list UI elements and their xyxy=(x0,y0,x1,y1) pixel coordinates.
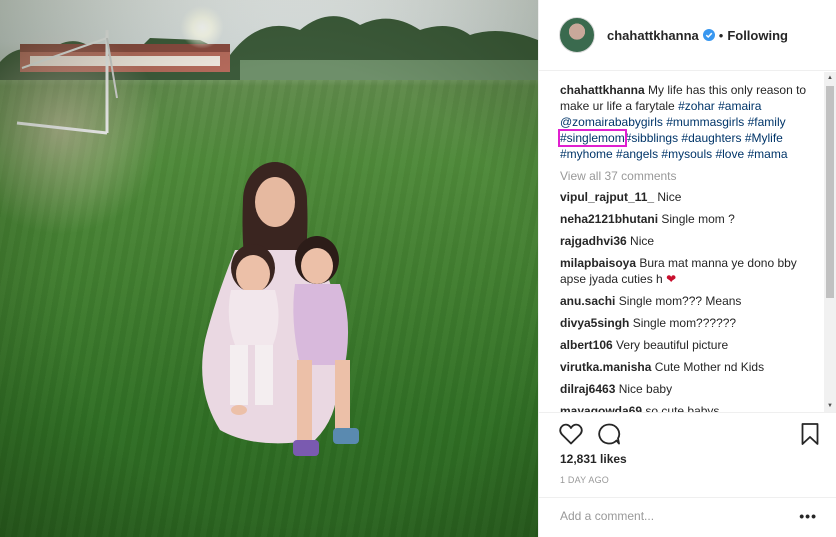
hashtag-mummasgirls[interactable]: #mummasgirls xyxy=(666,115,744,129)
comment: albert106 Very beautiful picture xyxy=(560,337,812,353)
post-side-panel: chahattkhanna • Following chahattkhanna … xyxy=(538,0,836,537)
comment-text: Nice xyxy=(657,190,682,204)
post-header: chahattkhanna • Following xyxy=(539,0,836,71)
comment-username[interactable]: anu.sachi xyxy=(560,294,615,308)
add-comment-bar: ••• xyxy=(539,497,836,537)
broken-heart-icon: ❤ xyxy=(666,272,677,286)
comment-text: so cute babys xyxy=(645,404,720,412)
comment: milapbaisoya Bura mat manna ye dono bby … xyxy=(560,255,812,287)
comment: rajgadhvi36 Nice xyxy=(560,233,812,249)
hashtag-love[interactable]: #love xyxy=(715,147,744,161)
comment: neha2121bhutani Single mom ? xyxy=(560,211,812,227)
comment-text: Nice xyxy=(630,234,655,248)
post-caption: chahattkhanna My life has this only reas… xyxy=(558,82,812,162)
comment-input[interactable] xyxy=(560,509,780,523)
verified-badge-icon xyxy=(702,29,715,41)
following-button[interactable]: Following xyxy=(727,28,788,43)
hashtag-mama[interactable]: #mama xyxy=(747,147,787,161)
speech-bubble-icon[interactable] xyxy=(597,423,621,445)
comment-username[interactable]: dilraj6463 xyxy=(560,382,615,396)
post-photo[interactable] xyxy=(0,0,538,537)
hashtag-sibblings[interactable]: #sibblings xyxy=(625,131,678,145)
comment: divya5singh Single mom?????? xyxy=(560,315,812,331)
comment-username[interactable]: milapbaisoya xyxy=(560,256,636,270)
hashtag-amaira[interactable]: #amaira xyxy=(718,99,761,113)
comment-username[interactable]: virutka.manisha xyxy=(560,360,651,374)
comments-scrollbar[interactable]: ▲ ▼ xyxy=(824,72,836,412)
comment-text: Nice baby xyxy=(618,382,673,396)
comment-text: Very beautiful picture xyxy=(616,338,729,352)
comments-list[interactable]: chahattkhanna My life has this only reas… xyxy=(539,72,836,412)
comment-username[interactable]: rajgadhvi36 xyxy=(560,234,627,248)
comment-username[interactable]: neha2121bhutani xyxy=(560,212,658,226)
bookmark-icon[interactable] xyxy=(801,423,819,445)
comment-username[interactable]: divya5singh xyxy=(560,316,629,330)
action-icons xyxy=(559,423,621,445)
scroll-up-arrow-icon[interactable]: ▲ xyxy=(824,72,836,84)
more-options-icon[interactable]: ••• xyxy=(799,508,817,524)
heart-outline-icon[interactable] xyxy=(559,423,583,445)
likes-count[interactable]: 12,831 likes xyxy=(560,452,627,466)
comment-text: Cute Mother nd Kids xyxy=(654,360,765,374)
header-username[interactable]: chahattkhanna xyxy=(607,28,699,43)
photo-vignette xyxy=(0,0,538,537)
caption-username[interactable]: chahattkhanna xyxy=(560,83,645,97)
comment: anu.sachi Single mom??? Means xyxy=(560,293,812,309)
hashtag-myhome[interactable]: #myhome xyxy=(560,147,613,161)
comment-username[interactable]: vipul_rajput_11_ xyxy=(560,190,654,204)
comment: vipul_rajput_11_ Nice xyxy=(560,189,812,205)
view-all-comments-link[interactable]: View all 37 comments xyxy=(560,169,821,183)
post-timestamp[interactable]: 1 DAY AGO xyxy=(560,475,609,485)
comment-username[interactable]: albert106 xyxy=(560,338,613,352)
hashtag-angels[interactable]: #angels xyxy=(616,147,658,161)
hashtag-zohar[interactable]: #zohar xyxy=(678,99,715,113)
comment-text: Single mom ? xyxy=(661,212,735,226)
hashtag-family[interactable]: #family xyxy=(748,115,786,129)
scroll-down-arrow-icon[interactable]: ▼ xyxy=(824,400,836,412)
comment: dilraj6463 Nice baby xyxy=(560,381,812,397)
post-actions: 12,831 likes 1 DAY AGO ••• xyxy=(539,412,836,537)
comment-text: Single mom?????? xyxy=(632,316,737,330)
comment-text: Single mom??? Means xyxy=(618,294,742,308)
hashtag-mysouls[interactable]: #mysouls xyxy=(661,147,712,161)
scrollbar-thumb[interactable] xyxy=(826,86,834,298)
comment-username[interactable]: mayagowda69 xyxy=(560,404,642,412)
hashtag-daughters[interactable]: #daughters xyxy=(681,131,741,145)
mention-zomairababygirls[interactable]: @zomairababygirls xyxy=(560,115,663,129)
comment: virutka.manisha Cute Mother nd Kids xyxy=(560,359,812,375)
hashtag-mylife[interactable]: #Mylife xyxy=(745,131,783,145)
hashtag-singlemom[interactable]: #singlemom xyxy=(558,129,627,147)
header-separator: • xyxy=(718,27,724,43)
comment: mayagowda69 so cute babys xyxy=(560,403,812,412)
avatar[interactable] xyxy=(559,17,595,53)
